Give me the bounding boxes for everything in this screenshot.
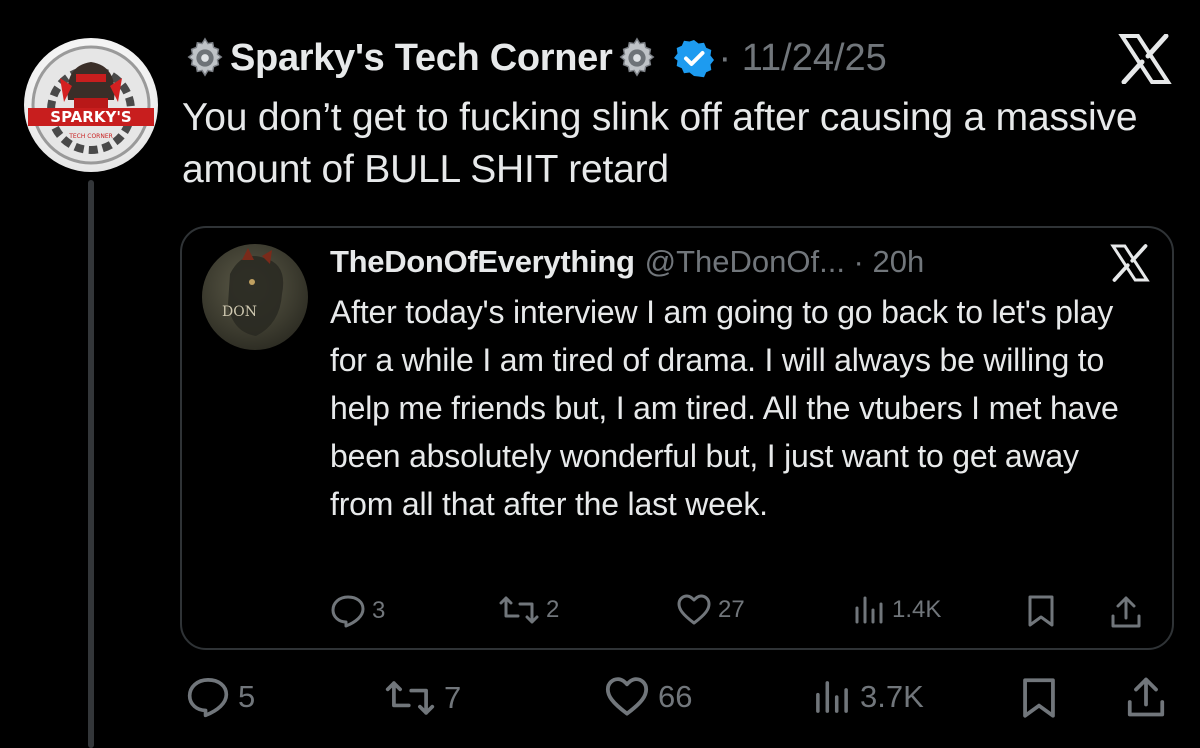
quoted-tweet-header: TheDonOfEverything @TheDonOf... · 20h	[330, 240, 924, 284]
quoted-share-button[interactable]	[1110, 594, 1142, 630]
avatar-logo-text: SPARKY'S	[50, 108, 131, 126]
author-name[interactable]: Sparky's Tech Corner	[230, 37, 613, 80]
gear-icon	[182, 35, 228, 81]
reply-icon	[187, 678, 229, 718]
bookmark-icon	[1028, 595, 1054, 627]
quoted-author-name[interactable]: TheDonOfEverything	[330, 244, 635, 280]
like-count: 66	[658, 679, 693, 714]
repost-icon	[385, 681, 435, 715]
author-avatar[interactable]: SPARKY'S TECH CORNER	[24, 38, 158, 172]
share-button[interactable]	[1126, 674, 1166, 720]
quoted-reply-button[interactable]: 3	[330, 594, 385, 628]
verified-badge-icon[interactable]	[674, 38, 715, 78]
x-logo-icon	[1118, 34, 1172, 84]
views-icon	[816, 681, 848, 713]
tweet-text: You don’t get to fucking slink off after…	[182, 96, 1138, 191]
quoted-tweet-text: After today's interview I am going to go…	[330, 294, 1119, 522]
quoted-author-handle[interactable]: @TheDonOf... · 20h	[645, 244, 925, 280]
reply-icon	[331, 595, 365, 628]
share-icon	[1111, 596, 1141, 628]
gear-icon	[614, 35, 660, 81]
quoted-author-avatar[interactable]: DON	[202, 244, 308, 350]
quoted-views-count: 1.4K	[892, 596, 942, 623]
quoted-views-button[interactable]: 1.4K	[852, 594, 941, 626]
share-icon	[1127, 677, 1165, 717]
repost-count: 7	[444, 680, 462, 715]
reply-count: 5	[238, 679, 256, 714]
quoted-avatar-text: DON	[222, 304, 257, 320]
like-icon	[605, 677, 649, 716]
quoted-repost-button[interactable]: 2	[498, 594, 559, 626]
bookmark-button[interactable]	[1020, 676, 1058, 720]
avatar-logo-subtext: TECH CORNER	[68, 133, 113, 140]
views-icon	[855, 596, 883, 624]
quoted-bookmark-button[interactable]	[1026, 594, 1056, 628]
bookmark-icon	[1023, 678, 1055, 718]
x-logo-icon	[1110, 244, 1150, 282]
like-button[interactable]: 66	[604, 676, 692, 718]
repost-button[interactable]: 7	[384, 678, 461, 718]
quoted-repost-count: 2	[546, 596, 560, 623]
views-count: 3.7K	[860, 679, 924, 714]
views-button[interactable]: 3.7K	[812, 678, 924, 716]
reply-button[interactable]: 5	[186, 676, 255, 718]
tweet-date[interactable]: · 11/24/25	[718, 37, 886, 80]
thread-line	[88, 180, 94, 748]
like-icon	[677, 594, 711, 625]
repost-icon	[499, 596, 539, 624]
quoted-like-button[interactable]: 27	[676, 594, 745, 626]
quoted-reply-count: 3	[372, 597, 386, 624]
tweet-header: Sparky's Tech Corner · 11/24/25	[182, 30, 887, 86]
quoted-like-count: 27	[718, 596, 745, 623]
